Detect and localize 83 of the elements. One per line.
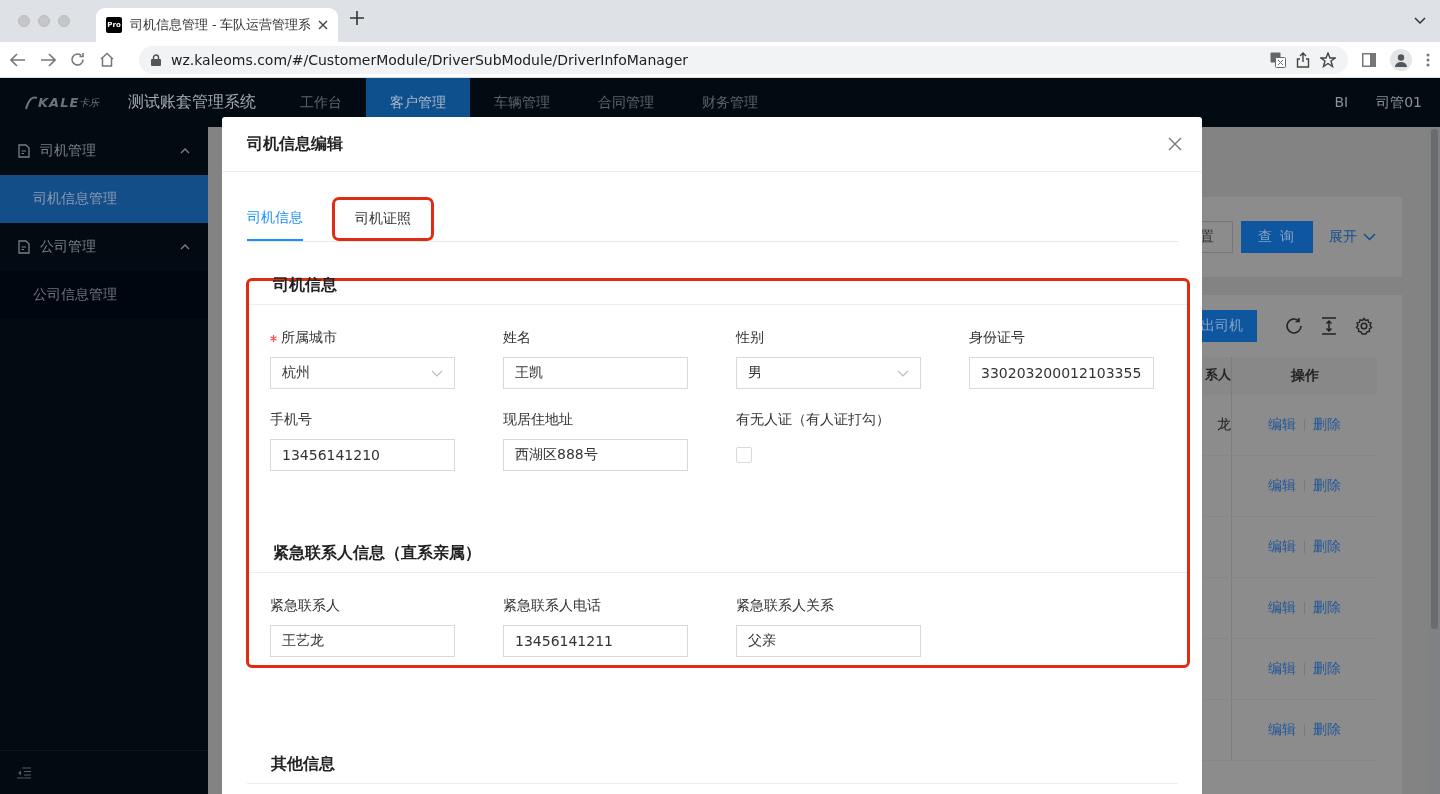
sidebar-item[interactable]: 公司信息管理 [0, 271, 208, 319]
field-label: 姓名 [503, 329, 531, 347]
header-link[interactable]: 司管01 [1376, 93, 1422, 112]
field-label: 紧急联系人 [270, 597, 340, 615]
edit-link[interactable]: 编辑 [1268, 537, 1296, 556]
edit-link[interactable]: 编辑 [1268, 598, 1296, 617]
field-label: 有无人证（有人证打勾） [736, 411, 890, 429]
input-field[interactable]: 13456141210 [270, 439, 455, 471]
share-icon[interactable] [1296, 51, 1310, 68]
scrollbar[interactable] [1428, 127, 1440, 794]
tab[interactable]: 司机证照 [335, 200, 431, 238]
delete-link[interactable]: 删除 [1313, 659, 1341, 678]
edit-link[interactable]: 编辑 [1268, 476, 1296, 495]
window-control-dot[interactable] [18, 15, 30, 27]
select-field[interactable]: 男 [736, 357, 921, 389]
menu-icon[interactable] [1426, 52, 1430, 67]
logo-text: KALE [38, 95, 80, 110]
sidebar-group[interactable]: 公司管理 [0, 223, 208, 271]
query-button[interactable]: 查 询 [1240, 220, 1313, 253]
input-field[interactable]: 西湖区888号 [503, 439, 688, 471]
input-field[interactable]: 王艺龙 [270, 625, 455, 657]
star-icon[interactable] [1320, 51, 1336, 68]
expand-link[interactable]: 展开 [1329, 227, 1376, 246]
url-text: wz.kaleoms.com/#/CustomerModule/DriverSubModule/DriverInfoManager [171, 51, 690, 68]
document-icon [18, 240, 30, 254]
select-field[interactable]: 杭州 [270, 357, 455, 389]
edit-link[interactable]: 编辑 [1268, 720, 1296, 739]
table-cell: 龙 [1217, 415, 1231, 434]
chevron-down-icon [431, 369, 443, 377]
document-icon [18, 144, 30, 158]
delete-link[interactable]: 删除 [1313, 720, 1341, 739]
close-button[interactable] [1168, 137, 1182, 151]
settings-icon[interactable] [1355, 316, 1373, 335]
chevron-down-icon [1363, 232, 1376, 241]
sidebar-group[interactable]: 司机管理 [0, 127, 208, 175]
window-control-dot[interactable] [58, 15, 70, 27]
plus-icon[interactable] [350, 11, 364, 25]
delete-link[interactable]: 删除 [1313, 476, 1341, 495]
section-title: 紧急联系人信息（直系亲属） [249, 535, 1187, 573]
delete-link[interactable]: 删除 [1313, 537, 1341, 556]
input-field[interactable]: 父亲 [736, 625, 921, 657]
collapse-menu-icon[interactable] [17, 766, 31, 779]
profile-avatar[interactable] [1390, 48, 1412, 71]
section-title: 其他信息 [247, 746, 1178, 784]
address-bar[interactable]: wz.kaleoms.com/#/CustomerModule/DriverSubModule/DriverInfoManager [139, 45, 1348, 74]
field-label: 紧急联系人电话 [503, 597, 601, 615]
field-label: 紧急联系人关系 [736, 597, 834, 615]
lock-icon [151, 53, 161, 66]
row-height-icon[interactable] [1321, 316, 1337, 335]
checkbox[interactable] [736, 447, 752, 463]
person-icon [1394, 52, 1408, 67]
tab[interactable]: 司机信息 [247, 209, 303, 241]
input-field[interactable]: 13456141211 [503, 625, 688, 657]
dialog-title: 司机信息编辑 [247, 133, 344, 155]
back-icon[interactable] [10, 52, 26, 67]
refresh-icon[interactable] [1285, 316, 1303, 335]
reload-icon[interactable] [70, 52, 85, 67]
field-label: 所属城市 [281, 329, 337, 347]
column-header: 操作 [1289, 365, 1320, 385]
forward-icon[interactable] [40, 52, 56, 67]
section-title: 司机信息 [249, 267, 1187, 305]
edit-link[interactable]: 编辑 [1268, 659, 1296, 678]
app-title: 测试账套管理系统 [128, 92, 256, 113]
logo-text: 卡乐 [79, 95, 100, 110]
translate-icon[interactable] [1270, 51, 1286, 68]
header-link[interactable]: BI [1334, 93, 1349, 112]
input-field[interactable]: 330203200012103355 [969, 357, 1154, 389]
input-field[interactable]: 王凯 [503, 357, 688, 389]
delete-link[interactable]: 删除 [1313, 415, 1341, 434]
close-icon[interactable] [318, 20, 328, 30]
field-label: 身份证号 [969, 329, 1025, 347]
sidebar-item[interactable]: 司机信息管理 [0, 175, 208, 223]
delete-link[interactable]: 删除 [1313, 598, 1341, 617]
chevron-down-icon[interactable] [1414, 17, 1426, 25]
home-icon[interactable] [99, 52, 115, 67]
field-label: 性别 [736, 329, 764, 347]
chevron-down-icon [897, 369, 909, 377]
field-label: 现居住地址 [503, 411, 573, 429]
edit-link[interactable]: 编辑 [1268, 415, 1296, 434]
close-icon [1168, 137, 1182, 151]
sidebar-icon[interactable] [1362, 52, 1376, 67]
field-label: 手机号 [270, 411, 312, 429]
window-control-dot[interactable] [38, 15, 50, 27]
